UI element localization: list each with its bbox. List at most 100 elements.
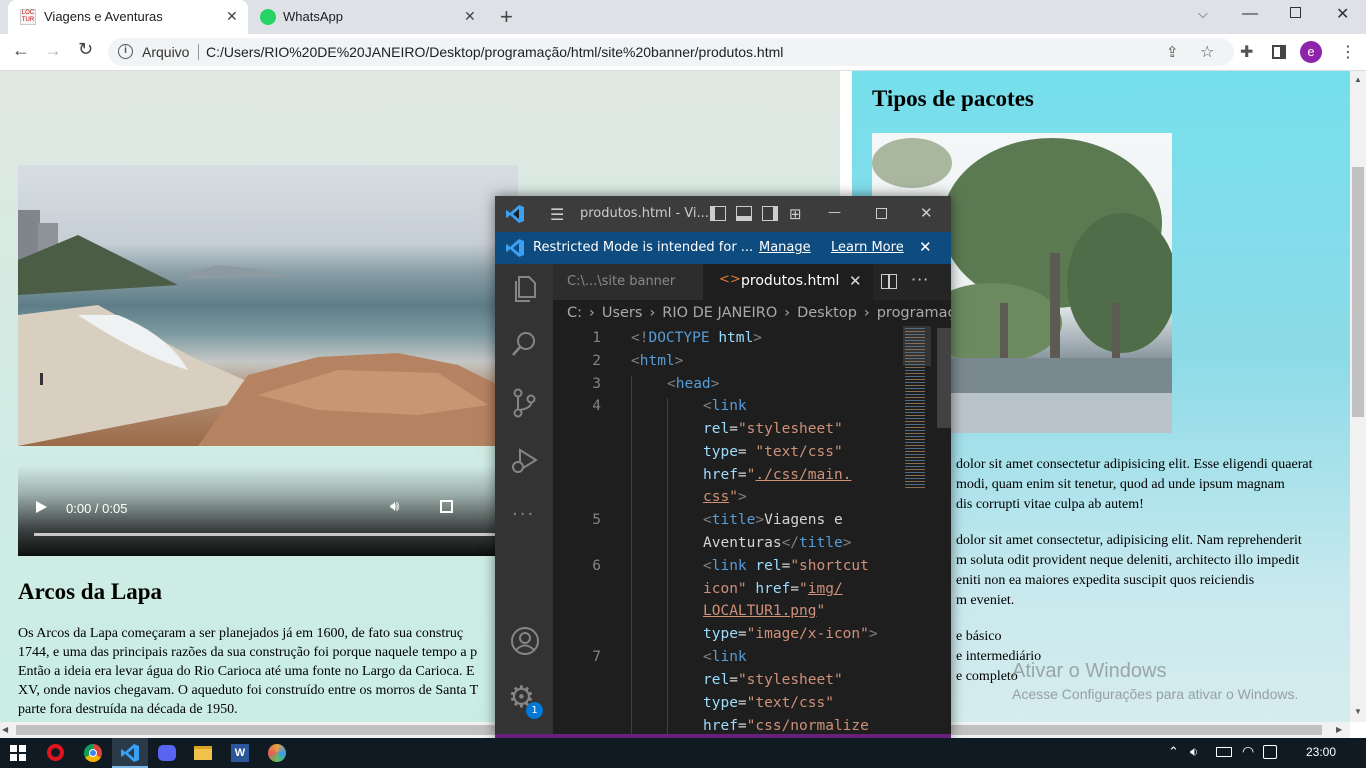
opera-icon[interactable] (47, 744, 64, 761)
activity-bar: ··· ⚙ 1 (495, 264, 553, 738)
settings-badge: 1 (526, 702, 543, 719)
tab-title: Viagens e Aventuras (44, 9, 163, 24)
run-debug-icon[interactable] (510, 446, 540, 476)
address-bar[interactable]: i Arquivo C:/Users/RIO%20DE%20JANEIRO/De… (108, 38, 1234, 66)
code-line: rel="stylesheet" (703, 421, 843, 437)
customize-layout-icon[interactable]: ⊞ (789, 205, 802, 223)
discord-icon[interactable] (158, 745, 176, 761)
word-icon[interactable]: W (231, 744, 249, 762)
extensions-icon[interactable]: ✚ (1240, 42, 1253, 62)
editor-scroll-thumb[interactable] (937, 328, 951, 428)
browser-menu-icon[interactable]: ⋮ (1340, 42, 1356, 62)
start-button-icon[interactable] (10, 745, 26, 761)
tab-produtos-html[interactable]: <> produtos.html ✕ (703, 264, 873, 300)
back-button[interactable]: ← (12, 40, 30, 61)
vscode-maximize-button[interactable] (876, 208, 887, 219)
line-number: 2 (592, 353, 601, 369)
paragraph-line: dolor sit amet consectetur adipisicing e… (956, 457, 1313, 472)
code-line: Aventuras</title> (703, 535, 852, 551)
breadcrumb-separator: › (784, 305, 791, 321)
minimap[interactable] (903, 326, 931, 738)
scroll-thumb[interactable] (1352, 167, 1364, 417)
code-line: <link (703, 649, 747, 665)
minimap-slider[interactable] (903, 326, 931, 366)
new-tab-button[interactable]: + (500, 4, 513, 30)
bookmark-star-icon[interactable]: ☆ (1200, 42, 1214, 62)
banner-close-icon[interactable]: ✕ (919, 238, 932, 256)
volume-icon[interactable]: 🔊︎ (390, 498, 399, 515)
reload-button[interactable]: ↻ (78, 39, 93, 60)
tab-viagens[interactable]: LOC TUR Viagens e Aventuras ✕ (8, 0, 248, 34)
share-icon[interactable]: ⇪ (1166, 43, 1179, 61)
right-heading: Tipos de pacotes (872, 86, 1034, 111)
profile-avatar[interactable]: e (1300, 41, 1322, 63)
toggle-secondary-sidebar-icon[interactable] (762, 206, 778, 221)
close-tab-icon[interactable]: ✕ (464, 8, 476, 25)
url-text[interactable]: C:/Users/RIO%20DE%20JANEIRO/Desktop/prog… (206, 44, 783, 60)
info-icon[interactable]: i (118, 44, 133, 59)
site-favicon: LOC TUR (20, 9, 36, 25)
fullscreen-icon[interactable] (440, 500, 453, 513)
breadcrumb-item[interactable]: Users (602, 305, 643, 321)
chrome-icon[interactable] (84, 744, 102, 762)
wifi-icon[interactable]: ◠ (1242, 743, 1254, 760)
tray-chevron-icon[interactable]: ⌃ (1168, 744, 1179, 760)
vscode-menu-icon[interactable]: ☰ (550, 205, 564, 224)
banner-manage-link[interactable]: Manage (759, 240, 811, 255)
code-line: type="image/x-icon"> (703, 626, 878, 642)
account-icon[interactable] (510, 626, 540, 656)
scroll-up-arrow[interactable]: ▲ (1354, 75, 1362, 84)
vscode-minimize-button[interactable]: — (828, 205, 841, 220)
whatsapp-icon (260, 9, 276, 25)
toggle-panel-icon[interactable] (736, 206, 752, 221)
editor-tab-bar: C:\...\site banner <> produtos.html ✕ ··… (553, 264, 951, 300)
vscode-close-button[interactable]: ✕ (920, 204, 933, 222)
file-explorer-icon[interactable] (194, 746, 212, 760)
indent-guide (631, 376, 632, 738)
code-line: rel="stylesheet" (703, 672, 843, 688)
taskbar-clock[interactable]: 23:00 (1306, 745, 1336, 759)
video-player[interactable]: 0:00 / 0:05 🔊︎ ⋮ (18, 466, 504, 556)
close-tab-icon[interactable]: ✕ (226, 8, 238, 25)
paragraph-line: Então a ideia era levar água do Rio Cari… (18, 664, 475, 679)
source-control-icon[interactable] (510, 388, 538, 418)
minimize-window-button[interactable]: — (1242, 5, 1258, 23)
beach-photo-scene (18, 210, 518, 446)
right-paragraph-1: dolor sit amet consectetur adipisicing e… (956, 455, 1313, 515)
code-editor[interactable]: 1 2 3 4 5 6 7 <!DOCTYPE html> <html> <he… (553, 326, 951, 738)
breadcrumb-item[interactable]: Desktop (797, 305, 857, 321)
right-paragraph-2: dolor sit amet consectetur, adipisicing … (956, 531, 1302, 611)
restore-window-button[interactable] (1290, 7, 1301, 18)
play-icon[interactable] (36, 501, 47, 513)
scroll-right-arrow[interactable]: ▶ (1336, 725, 1342, 734)
more-views-icon[interactable]: ··· (512, 504, 535, 525)
forward-button[interactable]: → (44, 40, 62, 61)
editor-more-actions-icon[interactable]: ··· (911, 270, 929, 289)
explorer-icon[interactable] (510, 274, 538, 304)
vscode-window[interactable]: ☰ produtos.html - Vi... ⊞ — ✕ Restricted… (495, 196, 951, 738)
paint-icon[interactable] (268, 744, 286, 762)
tab-whatsapp[interactable]: WhatsApp ✕ (248, 0, 488, 34)
editor-scrollbar[interactable] (937, 326, 951, 738)
banner-learn-more-link[interactable]: Learn More (831, 240, 904, 255)
notification-icon[interactable] (1263, 745, 1277, 759)
volume-tray-icon[interactable]: 🔉︎ (1190, 744, 1198, 760)
toggle-sidebar-icon[interactable] (710, 206, 726, 221)
close-tab-icon[interactable]: ✕ (849, 272, 862, 290)
split-editor-icon[interactable] (881, 274, 897, 289)
close-window-button[interactable]: ✕ (1336, 4, 1349, 24)
paragraph-line: dolor sit amet consectetur, adipisicing … (956, 533, 1302, 548)
breadcrumb-item[interactable]: programaç (877, 305, 951, 321)
vscode-taskbar-icon[interactable] (112, 738, 148, 768)
battery-icon[interactable] (1216, 747, 1232, 757)
scroll-down-arrow[interactable]: ▼ (1354, 707, 1362, 716)
tab-search-icon[interactable]: ⌵ (1198, 6, 1208, 22)
vertical-scrollbar[interactable]: ▲ ▼ (1350, 71, 1366, 722)
breadcrumb-item[interactable]: RIO DE JANEIRO (662, 305, 777, 321)
scroll-left-arrow[interactable]: ◀ (2, 725, 8, 734)
breadcrumb-item[interactable]: C: (567, 305, 582, 321)
side-panel-icon[interactable] (1272, 45, 1286, 59)
video-progress-track[interactable] (34, 533, 500, 536)
search-icon[interactable] (510, 330, 538, 358)
tab-site-banner[interactable]: C:\...\site banner (553, 264, 703, 300)
